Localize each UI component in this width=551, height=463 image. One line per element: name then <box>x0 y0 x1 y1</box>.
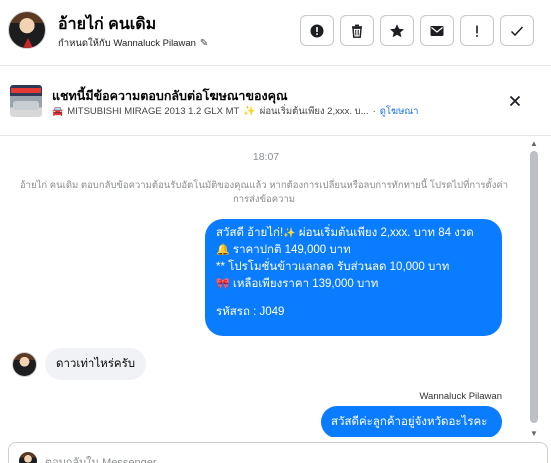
message-text: สวัสดี อ้ายไก่! <box>216 227 284 239</box>
ad-snippet: ผ่อนเริ่มต้นเพียง 2,xxx. บ... <box>259 106 369 117</box>
message-composer <box>8 442 548 463</box>
close-icon <box>509 95 521 107</box>
sender-name: Wannaluck Pilawan <box>419 391 502 402</box>
message-text: ผ่อนเริ่มต้นเพียง 2,xxx. บาท 84 งวด <box>298 227 474 239</box>
message-line-2: 🔔 ราคาปกติ 149,000 บาท <box>216 242 491 259</box>
envelope-icon <box>430 25 444 36</box>
scrollbar-thumb[interactable] <box>530 151 538 423</box>
separator-dot: · <box>372 106 376 117</box>
car-code-line: รหัสรถ : J049 <box>216 306 285 318</box>
alert-circle-icon <box>310 24 324 37</box>
mark-spam-button[interactable] <box>300 15 334 46</box>
scroll-down-icon[interactable]: ▼ <box>530 429 538 438</box>
ad-name: MITSUBISHI MIRAGE 2013 1.2 GLX MT <box>67 106 240 117</box>
outgoing-message-bubble[interactable]: สวัสดี อ้ายไก่!✨ ผ่อนเริ่มต้นเพียง 2,xxx… <box>205 219 502 336</box>
view-ad-link[interactable]: ดูโฆษณา <box>380 104 419 119</box>
follow-up-button[interactable] <box>460 15 494 46</box>
pencil-icon[interactable]: ✎ <box>200 38 208 49</box>
car-icon: 🚘 <box>52 106 64 116</box>
incoming-message-bubble[interactable]: ดาวเท่าไหร่ครับ <box>45 348 147 380</box>
contact-name[interactable]: อ้ายไก่ คนเดิม <box>58 12 156 37</box>
scroll-up-icon[interactable]: ▲ <box>530 139 538 148</box>
bell-icon: 🔔 <box>216 244 230 256</box>
message-text: ราคาปกติ 149,000 บาท <box>232 244 351 256</box>
star-button[interactable] <box>380 15 414 46</box>
outgoing-reply-bubble[interactable]: สวัสดีค่ะลูกค้าอยู่จังหวัดอะไรคะ <box>321 406 502 437</box>
delete-button[interactable] <box>340 15 374 46</box>
incoming-message-row: ดาวเท่าไหร่ครับ <box>12 348 147 380</box>
message-timestamp: 18:07 <box>252 151 280 163</box>
header-toolbar <box>300 15 534 46</box>
message-line-3: ** โปรโมชั่นข้าวแลกลด รับส่วนลด 10,000 บ… <box>216 261 450 273</box>
ad-banner-subtitle: 🚘 MITSUBISHI MIRAGE 2013 1.2 GLX MT ✨ ผ่… <box>52 104 418 119</box>
reply-input[interactable] <box>45 454 525 463</box>
contact-avatar[interactable] <box>8 11 46 49</box>
trash-icon <box>352 24 362 38</box>
sparkle-icon: ✨ <box>283 228 296 239</box>
message-line-1: สวัสดี อ้ายไก่!✨ ผ่อนเริ่มต้นเพียง 2,xxx… <box>216 225 491 242</box>
chat-scrollbar[interactable]: ▲ ▼ <box>527 137 541 443</box>
message-line-4: 🎀 เหลือเพียงราคา 139,000 บาท <box>216 276 491 293</box>
message-thread[interactable]: 18:07 อ้ายไก่ คนเดิม ตอบกลับข้อความต้อนร… <box>0 137 551 437</box>
sparkle-icon: ✨ <box>243 106 256 117</box>
ad-thumbnail[interactable] <box>10 85 42 117</box>
sender-avatar[interactable] <box>12 351 37 377</box>
checkmark-icon <box>510 25 524 36</box>
conversation-header: อ้ายไก่ คนเดิม กำหนดให้กับ Wannaluck Pil… <box>0 0 551 66</box>
page-avatar <box>19 452 37 463</box>
assign-label: กำหนดให้กับ Wannaluck Pilawan <box>58 38 196 49</box>
ribbon-icon: 🎀 <box>216 278 230 290</box>
close-banner-button[interactable] <box>505 91 525 111</box>
exclamation-icon <box>476 25 478 37</box>
ad-banner-title: แชทนี้มีข้อความตอบกลับต่อโฆษณาของคุณ <box>52 89 288 103</box>
done-button[interactable] <box>500 15 534 46</box>
assign-row[interactable]: กำหนดให้กับ Wannaluck Pilawan ✎ <box>58 36 208 51</box>
mark-unread-button[interactable] <box>420 15 454 46</box>
star-icon <box>390 23 404 37</box>
message-text: เหลือเพียงราคา 139,000 บาท <box>232 278 379 290</box>
system-message: อ้ายไก่ คนเดิม ตอบกลับข้อความต้อนรับอัตโ… <box>19 180 509 205</box>
ad-reply-banner: แชทนี้มีข้อความตอบกลับต่อโฆษณาของคุณ 🚘 M… <box>0 66 551 136</box>
